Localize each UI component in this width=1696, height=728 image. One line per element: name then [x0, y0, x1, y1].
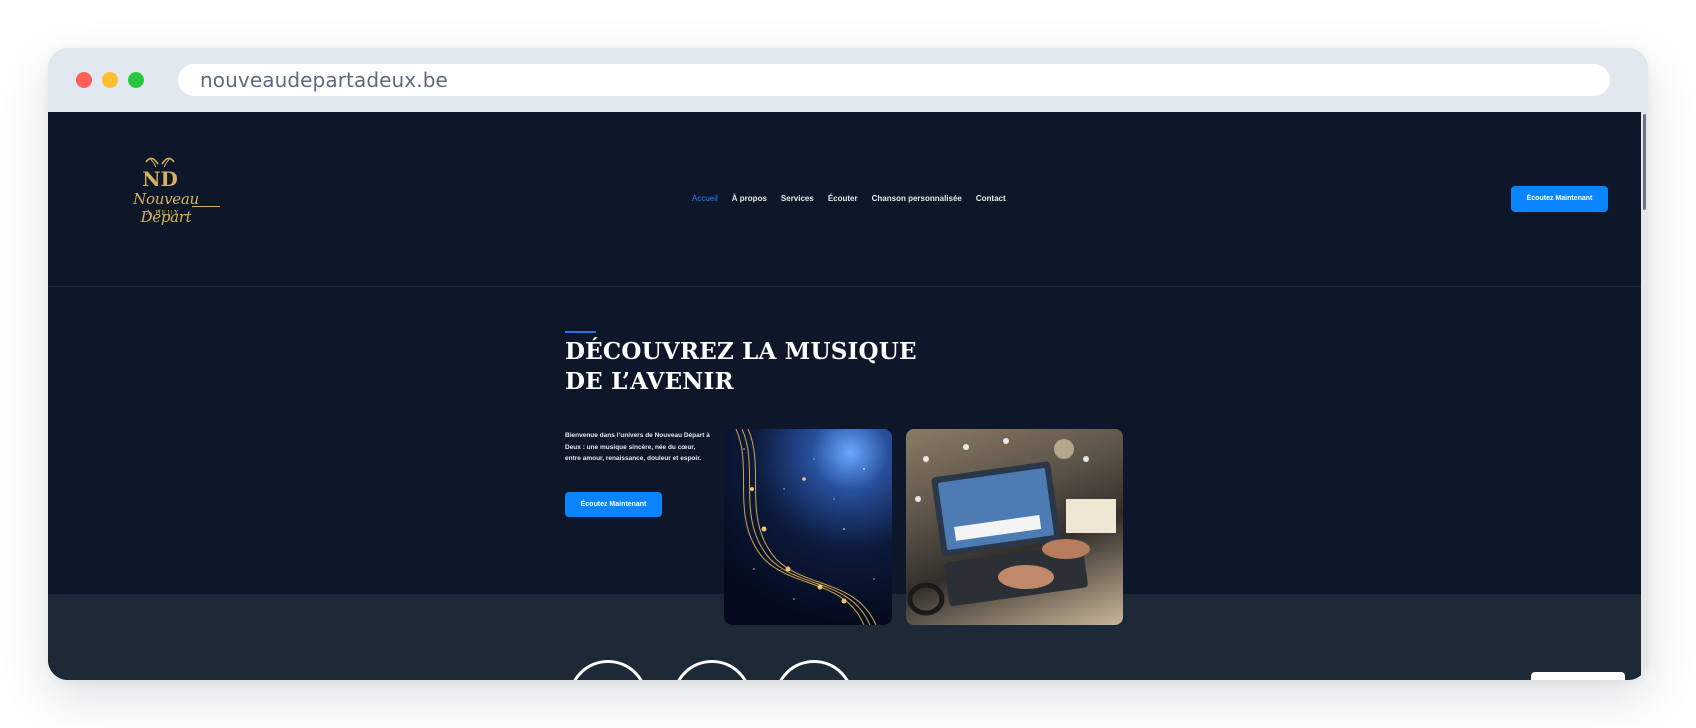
nav-item-a-propos[interactable]: À propos: [732, 194, 767, 203]
address-bar[interactable]: nouveaudepartadeux.be: [178, 64, 1610, 96]
hero-description: Bienvenue dans l’univers de Nouveau Dépa…: [565, 432, 710, 462]
nav-item-contact[interactable]: Contact: [976, 194, 1006, 203]
scrollbar-thumb[interactable]: [1643, 114, 1646, 210]
nav-item-accueil[interactable]: Accueil: [692, 194, 718, 203]
nav-item-ecouter[interactable]: Écouter: [828, 194, 858, 203]
minimize-window-button[interactable]: [102, 72, 118, 88]
close-window-button[interactable]: [76, 72, 92, 88]
page-viewport: ND Nouveau Départ À DEUX Accueil À propo…: [48, 112, 1641, 680]
music-notes-illustration: [735, 429, 877, 625]
maximize-window-button[interactable]: [128, 72, 144, 88]
site-logo[interactable]: ND Nouveau Départ À DEUX: [104, 154, 224, 226]
page-scrollbar[interactable]: [1641, 112, 1648, 680]
hero-listen-now-button[interactable]: Écoutez Maintenant: [565, 492, 662, 517]
laptop-illustration: [907, 438, 1116, 616]
logo-monogram-icon: ND: [142, 157, 178, 190]
logo-tagline: À DEUX: [146, 210, 180, 217]
browser-toolbar: nouveaudepartadeux.be: [48, 48, 1648, 112]
header-listen-now-button[interactable]: Écoutez Maintenant: [1511, 186, 1608, 212]
svg-text:ND: ND: [142, 167, 178, 190]
golden-music-notes-galaxy-image: [724, 429, 892, 625]
title-accent-line: [565, 331, 596, 333]
logo-flourish: [192, 206, 220, 207]
logo-wordmark: Nouveau Départ: [133, 190, 199, 226]
hero-title: DÉCOUVREZ LA MUSIQUE DE L’AVENIR: [565, 338, 917, 395]
laptop-music-production-image: [906, 429, 1123, 625]
main-navigation: Accueil À propos Services Écouter Chanso…: [692, 194, 1020, 203]
nav-item-chanson-personnalisee[interactable]: Chanson personnalisée: [872, 194, 962, 203]
site-header: ND Nouveau Départ À DEUX Accueil À propo…: [48, 112, 1641, 287]
floating-widget[interactable]: [1531, 672, 1625, 680]
nav-item-services[interactable]: Services: [781, 194, 814, 203]
browser-window: nouveaudepartadeux.be ND Nouveau Départ …: [48, 48, 1648, 680]
